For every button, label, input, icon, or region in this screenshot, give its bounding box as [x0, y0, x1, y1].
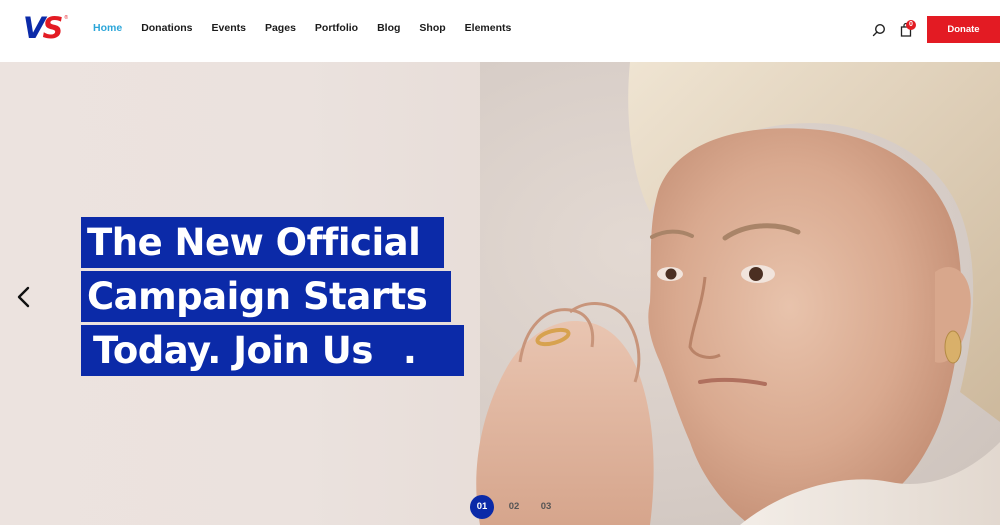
cart-count-badge: 0 — [906, 20, 916, 30]
headline-red-dot: . — [396, 325, 441, 376]
headline-line-1: The New Official — [81, 217, 464, 268]
slide-pagination: 01 02 03 — [470, 495, 566, 519]
main-nav: Home Donations Events Pages Portfolio Bl… — [93, 22, 530, 34]
woman-portrait-photo — [476, 62, 1000, 525]
nav-item-donations[interactable]: Donations — [141, 22, 192, 34]
chevron-left-icon[interactable] — [14, 284, 34, 310]
logo-registered-mark: ® — [64, 15, 69, 21]
headline-line-3: Today. Join Us. — [81, 325, 465, 376]
headline-line-2: Campaign Starts — [81, 271, 464, 322]
donate-button[interactable]: Donate — [927, 16, 1000, 43]
nav-item-shop[interactable]: Shop — [419, 22, 445, 34]
headline-line-3-text: Today. Join Us — [87, 325, 397, 376]
nav-item-pages[interactable]: Pages — [265, 22, 296, 34]
site-logo[interactable]: V S ® — [23, 14, 68, 43]
slide-dot-03[interactable]: 03 — [534, 495, 558, 519]
slide-dot-01[interactable]: 01 — [470, 495, 494, 519]
nav-item-elements[interactable]: Elements — [465, 22, 512, 34]
nav-item-blog[interactable]: Blog — [377, 22, 400, 34]
nav-item-events[interactable]: Events — [212, 22, 246, 34]
search-icon[interactable] — [872, 23, 886, 37]
hero-headline: The New Official Campaign Starts Today. … — [81, 217, 465, 379]
site-header: V S ® Home Donations Events Pages Portfo… — [0, 0, 1000, 62]
hero-slider: The New Official Campaign Starts Today. … — [0, 62, 1000, 525]
logo-letter-v: V — [23, 11, 46, 45]
nav-item-home[interactable]: Home — [93, 22, 122, 34]
slide-dot-02[interactable]: 02 — [502, 495, 526, 519]
logo-letter-s: S — [42, 11, 64, 45]
nav-item-portfolio[interactable]: Portfolio — [315, 22, 358, 34]
